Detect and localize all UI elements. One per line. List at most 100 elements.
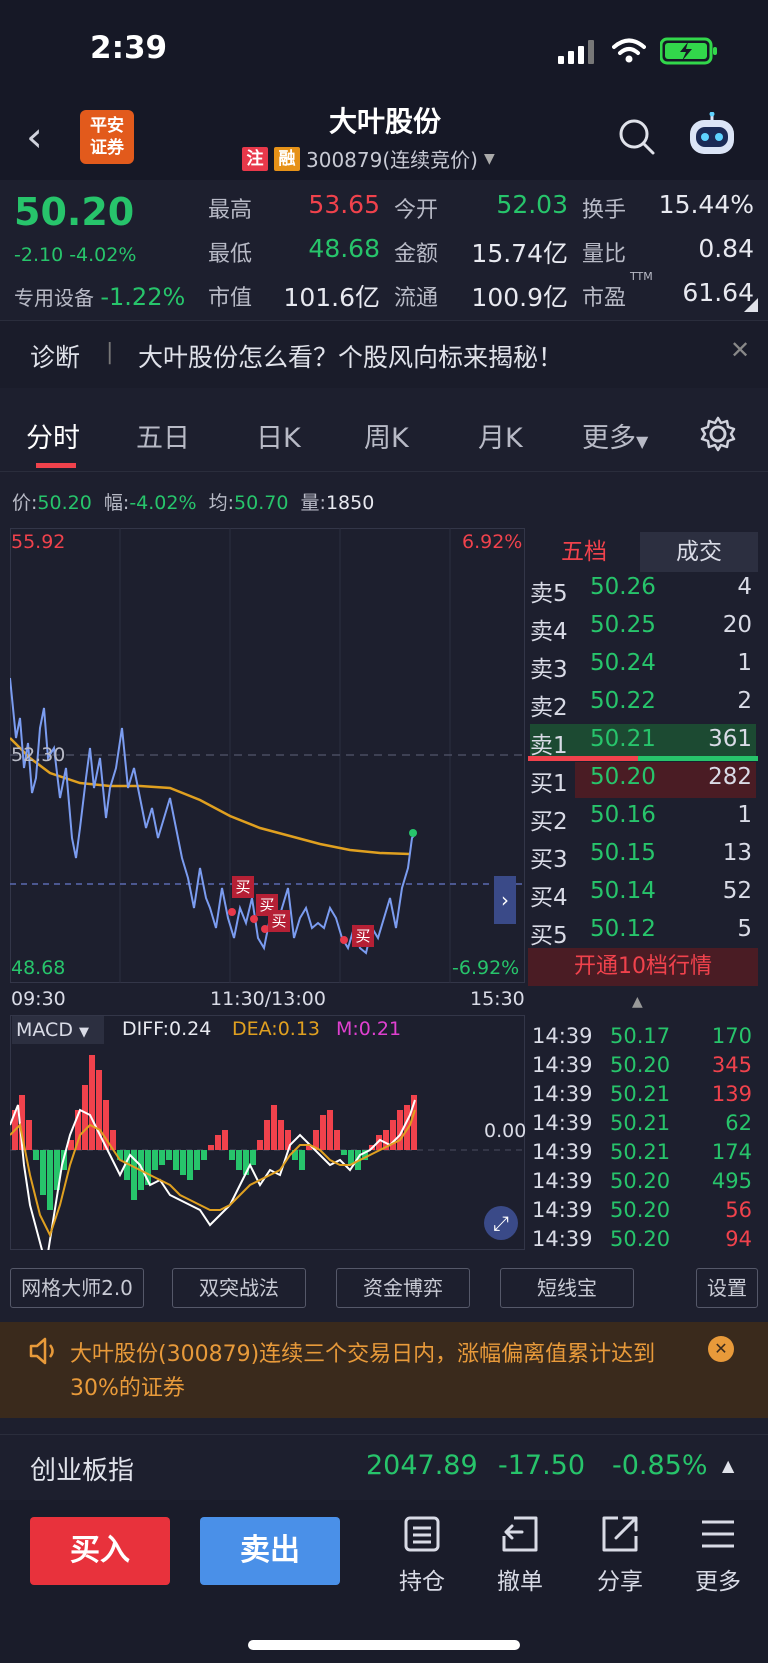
buy-marker[interactable]: 买	[268, 910, 290, 932]
close-notice-icon[interactable]: ✕	[708, 1336, 734, 1362]
tab-monthly-k[interactable]: 月K	[478, 416, 523, 455]
macd-bar	[40, 1150, 46, 1195]
nav-cancel-order[interactable]: 撤单	[485, 1562, 555, 1596]
sell-button[interactable]: 卖出	[200, 1517, 340, 1585]
macd-bar	[215, 1135, 221, 1150]
buy-marker[interactable]: 买	[232, 876, 254, 898]
expand-orderbook-button[interactable]: ›	[494, 876, 516, 924]
robot-assistant-icon[interactable]	[686, 112, 738, 160]
ask-row[interactable]: 卖3 50.24 1	[530, 648, 756, 684]
bid-volume: 282	[708, 764, 752, 790]
upgrade-10-level-button[interactable]: 开通10档行情	[528, 948, 758, 986]
bid-row[interactable]: 买2 50.16 1	[530, 800, 756, 836]
ask-row[interactable]: 卖2 50.22 2	[530, 686, 756, 722]
macd-bar	[33, 1150, 39, 1160]
amount-value: 15.74亿	[471, 239, 568, 268]
tab-weekly-k[interactable]: 周K	[364, 416, 409, 455]
trade-time: 14:39	[532, 1198, 593, 1222]
macd-bar	[271, 1105, 277, 1150]
bid-volume: 52	[722, 878, 752, 904]
bid-price: 50.16	[590, 802, 656, 828]
ask-level: 卖2	[530, 695, 568, 721]
nav-share[interactable]: 分享	[585, 1562, 655, 1596]
macd-bar	[236, 1150, 242, 1170]
ask-volume: 2	[737, 688, 752, 714]
macd-bar	[257, 1140, 263, 1150]
trade-volume: 62	[725, 1111, 752, 1135]
mcap-value: 101.6亿	[283, 283, 380, 312]
trade-time: 14:39	[532, 1227, 593, 1251]
buy-marker[interactable]: 买	[352, 925, 374, 947]
chart-top-pct: 6.92%	[462, 531, 523, 553]
ask-volume: 361	[708, 726, 752, 752]
tab-five-levels[interactable]: 五档	[528, 532, 640, 572]
close-icon[interactable]: ✕	[730, 336, 750, 364]
tab-more[interactable]: 更多▼	[582, 416, 648, 455]
back-button[interactable]: ‹	[26, 112, 43, 161]
broker-logo: 平安 证券	[80, 110, 134, 164]
macd-bar	[208, 1145, 214, 1150]
tab-trades[interactable]: 成交	[640, 532, 758, 572]
macd-bar	[159, 1150, 165, 1165]
macd-zero: 0.00	[484, 1120, 527, 1142]
nav-positions[interactable]: 持仓	[387, 1562, 457, 1596]
tab-five-day[interactable]: 五日	[136, 416, 190, 455]
fullscreen-icon[interactable]: ⤢	[484, 1206, 518, 1240]
ask-volume: 20	[722, 612, 752, 638]
bid-level: 买2	[530, 809, 568, 835]
ask-price: 50.26	[590, 574, 656, 600]
trade-row: 14:39 50.20 345	[532, 1053, 754, 1082]
chart-info-line: 价:50.20 幅:-4.02% 均:50.70 量:1850	[12, 492, 375, 514]
trade-price: 50.21	[610, 1111, 671, 1135]
search-icon[interactable]	[618, 118, 656, 156]
buy-button[interactable]: 买入	[30, 1517, 170, 1585]
share-icon[interactable]	[600, 1514, 640, 1554]
trade-volume: 94	[725, 1227, 752, 1251]
stock-code-selector[interactable]: 注 融 300879(连续竞价) ▼	[242, 144, 495, 173]
expand-corner-icon[interactable]	[744, 298, 758, 312]
open-value: 52.03	[496, 190, 568, 219]
nav-more[interactable]: 更多	[683, 1562, 753, 1596]
macd-bar	[229, 1150, 235, 1160]
bid-row[interactable]: 买1 50.20 282	[530, 762, 756, 798]
bid-row[interactable]: 买5 50.12 5	[530, 914, 756, 950]
bid-row[interactable]: 买3 50.15 13	[530, 838, 756, 874]
page-title: 大叶股份	[328, 105, 441, 138]
cancel-order-icon[interactable]	[500, 1514, 540, 1554]
expand-up-icon[interactable]: ▲	[722, 1456, 734, 1475]
trade-row: 14:39 50.20 94	[532, 1227, 754, 1256]
bid-level: 买1	[530, 771, 568, 797]
trade-volume: 174	[711, 1140, 752, 1164]
ask-row[interactable]: 卖4 50.25 20	[530, 610, 756, 646]
tab-daily-k[interactable]: 日K	[256, 416, 301, 455]
tab-intraday[interactable]: 分时	[26, 416, 80, 455]
index-name: 创业板指	[30, 1456, 135, 1486]
macd-chart-svg	[10, 1055, 525, 1250]
ask-row[interactable]: 卖1 50.21 361	[530, 724, 756, 760]
ask-price: 50.22	[590, 688, 656, 714]
sector-name: 专用设备	[14, 286, 94, 310]
diagnosis-text: 大叶股份怎么看？个股风向标来揭秘！	[138, 343, 564, 372]
positions-icon[interactable]	[402, 1514, 442, 1554]
trade-time: 14:39	[532, 1169, 593, 1193]
menu-icon[interactable]	[698, 1514, 738, 1554]
margin-tag: 融	[274, 146, 300, 171]
tool-grid-master[interactable]: 网格大师2.0	[10, 1268, 144, 1308]
tool-short-term[interactable]: 短线宝	[500, 1268, 634, 1308]
macd-bar	[250, 1150, 256, 1165]
bid-row[interactable]: 买4 50.14 52	[530, 876, 756, 912]
trade-time: 14:39	[532, 1140, 593, 1164]
battery-charging-icon	[660, 37, 717, 65]
settings-gear-icon[interactable]	[700, 416, 736, 452]
macd-bar	[327, 1110, 333, 1150]
index-change: -17.50	[498, 1450, 586, 1481]
time-mid: 11:30/13:00	[210, 988, 326, 1010]
chart-bottom-price: 48.68	[11, 957, 66, 979]
tool-double-breakout[interactable]: 双突战法	[172, 1268, 306, 1308]
ask-row[interactable]: 卖5 50.26 4	[530, 572, 756, 608]
tool-fund-game[interactable]: 资金博弈	[336, 1268, 470, 1308]
sector-row[interactable]: 专用设备 -1.22%	[14, 282, 185, 311]
scroll-up-icon[interactable]: ▲	[632, 994, 643, 1010]
tool-settings[interactable]: 设置	[696, 1268, 758, 1308]
trade-time: 14:39	[532, 1111, 593, 1135]
